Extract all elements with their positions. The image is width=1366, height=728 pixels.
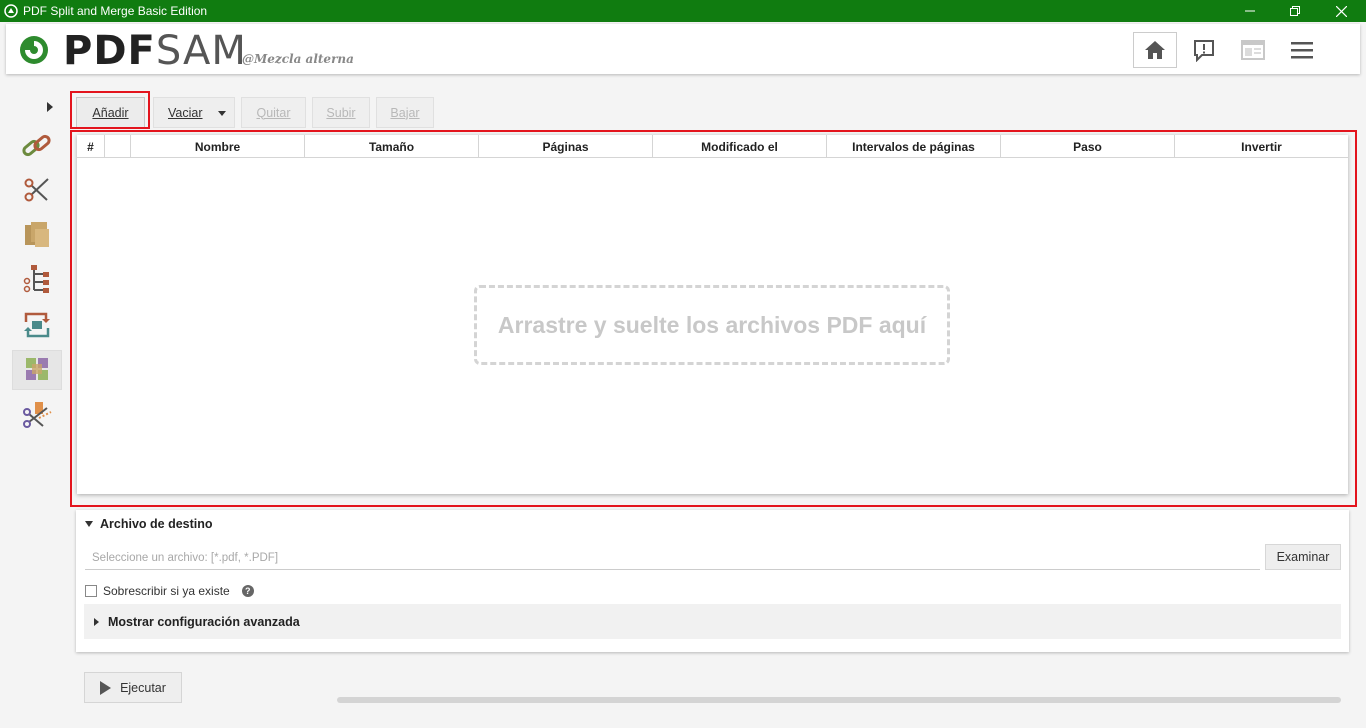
minimize-icon [1245,10,1255,12]
minimize-button[interactable] [1227,0,1273,22]
rotate-icon [24,312,50,338]
window-title: PDF Split and Merge Basic Edition [23,4,208,18]
files-table[interactable]: # Nombre Tamaño Páginas Modificado el In… [77,135,1348,494]
column-index[interactable]: # [77,135,105,158]
destination-title: Archivo de destino [100,517,213,531]
restore-icon [1290,6,1300,16]
column-page-ranges[interactable]: Intervalos de páginas [827,135,1001,158]
menu-button[interactable] [1280,32,1324,68]
app-header: PDFSAM @Mezcla alterna [6,24,1360,74]
clear-dropdown-button[interactable]: Vaciar [153,97,235,128]
logo-prefix: PDF [63,28,156,74]
move-up-button[interactable]: Subir [312,97,370,128]
column-modified[interactable]: Modificado el [653,135,827,158]
extract-icon [23,402,52,428]
split-icon [24,178,49,202]
column-pages[interactable]: Páginas [479,135,653,158]
split-by-size-icon [25,222,49,247]
collapse-icon [85,521,93,527]
table-header: # Nombre Tamaño Páginas Modificado el In… [77,135,1348,158]
progress-bar [337,697,1341,703]
expand-icon [94,617,99,626]
clear-label: Vaciar [168,105,203,120]
sidebar-item-split[interactable] [12,170,62,210]
module-name: @Mezcla alterna [242,52,354,66]
chevron-down-icon [218,111,226,116]
add-button[interactable]: Añadir [76,97,145,128]
app-icon [4,4,18,18]
column-size[interactable]: Tamaño [305,135,479,158]
feedback-button[interactable] [1182,32,1226,68]
column-reverse[interactable]: Invertir [1175,135,1348,158]
sidebar-item-split-by-bookmarks[interactable] [12,260,62,300]
alternate-mix-icon [26,358,48,380]
destination-section-toggle[interactable]: Archivo de destino [85,517,213,531]
help-icon[interactable]: ? [241,585,254,597]
column-name[interactable]: Nombre [131,135,305,158]
sidebar-item-split-by-size[interactable] [12,215,62,255]
hamburger-menu-icon [1291,42,1313,59]
news-button[interactable] [1231,32,1275,68]
destination-file-input[interactable] [85,546,1260,570]
overwrite-checkbox[interactable] [85,585,97,597]
logo-text: PDFSAM [63,28,247,74]
column-lock[interactable] [105,135,131,158]
advanced-settings-toggle[interactable]: Mostrar configuración avanzada [84,604,1341,639]
play-icon [100,680,112,695]
home-button[interactable] [1133,32,1177,68]
split-by-bookmarks-icon [23,265,49,293]
logo-suffix: SAM [155,28,247,74]
news-icon [1241,40,1265,60]
run-label: Ejecutar [120,680,166,695]
overwrite-label[interactable]: Sobrescribir si ya existe [103,584,230,598]
sidebar-item-rotate[interactable] [12,305,62,345]
browse-button[interactable]: Examinar [1265,544,1341,570]
restore-button[interactable] [1272,0,1318,22]
close-button[interactable] [1318,0,1364,22]
move-down-button[interactable]: Bajar [376,97,434,128]
title-bar: PDF Split and Merge Basic Edition [0,0,1366,22]
sidebar-item-extract[interactable] [12,395,62,435]
remove-button[interactable]: Quitar [241,97,306,128]
pdfsam-logo-icon [20,36,48,64]
sidebar-item-merge[interactable] [12,126,62,166]
pdf-drop-zone[interactable]: Arrastre y suelte los archivos PDF aquí [474,285,950,365]
home-icon [1145,41,1165,59]
close-icon [1335,5,1347,17]
destination-panel: Archivo de destino Examinar Sobrescribir… [76,510,1349,652]
column-step[interactable]: Paso [1001,135,1175,158]
advanced-settings-label: Mostrar configuración avanzada [108,614,300,629]
run-button[interactable]: Ejecutar [84,672,182,703]
expand-sidebar-icon[interactable] [44,100,56,114]
sidebar-item-alternate-mix[interactable] [12,350,62,390]
overwrite-option: Sobrescribir si ya existe ? [85,584,254,598]
feedback-icon [1194,40,1214,62]
merge-icon [22,134,51,157]
